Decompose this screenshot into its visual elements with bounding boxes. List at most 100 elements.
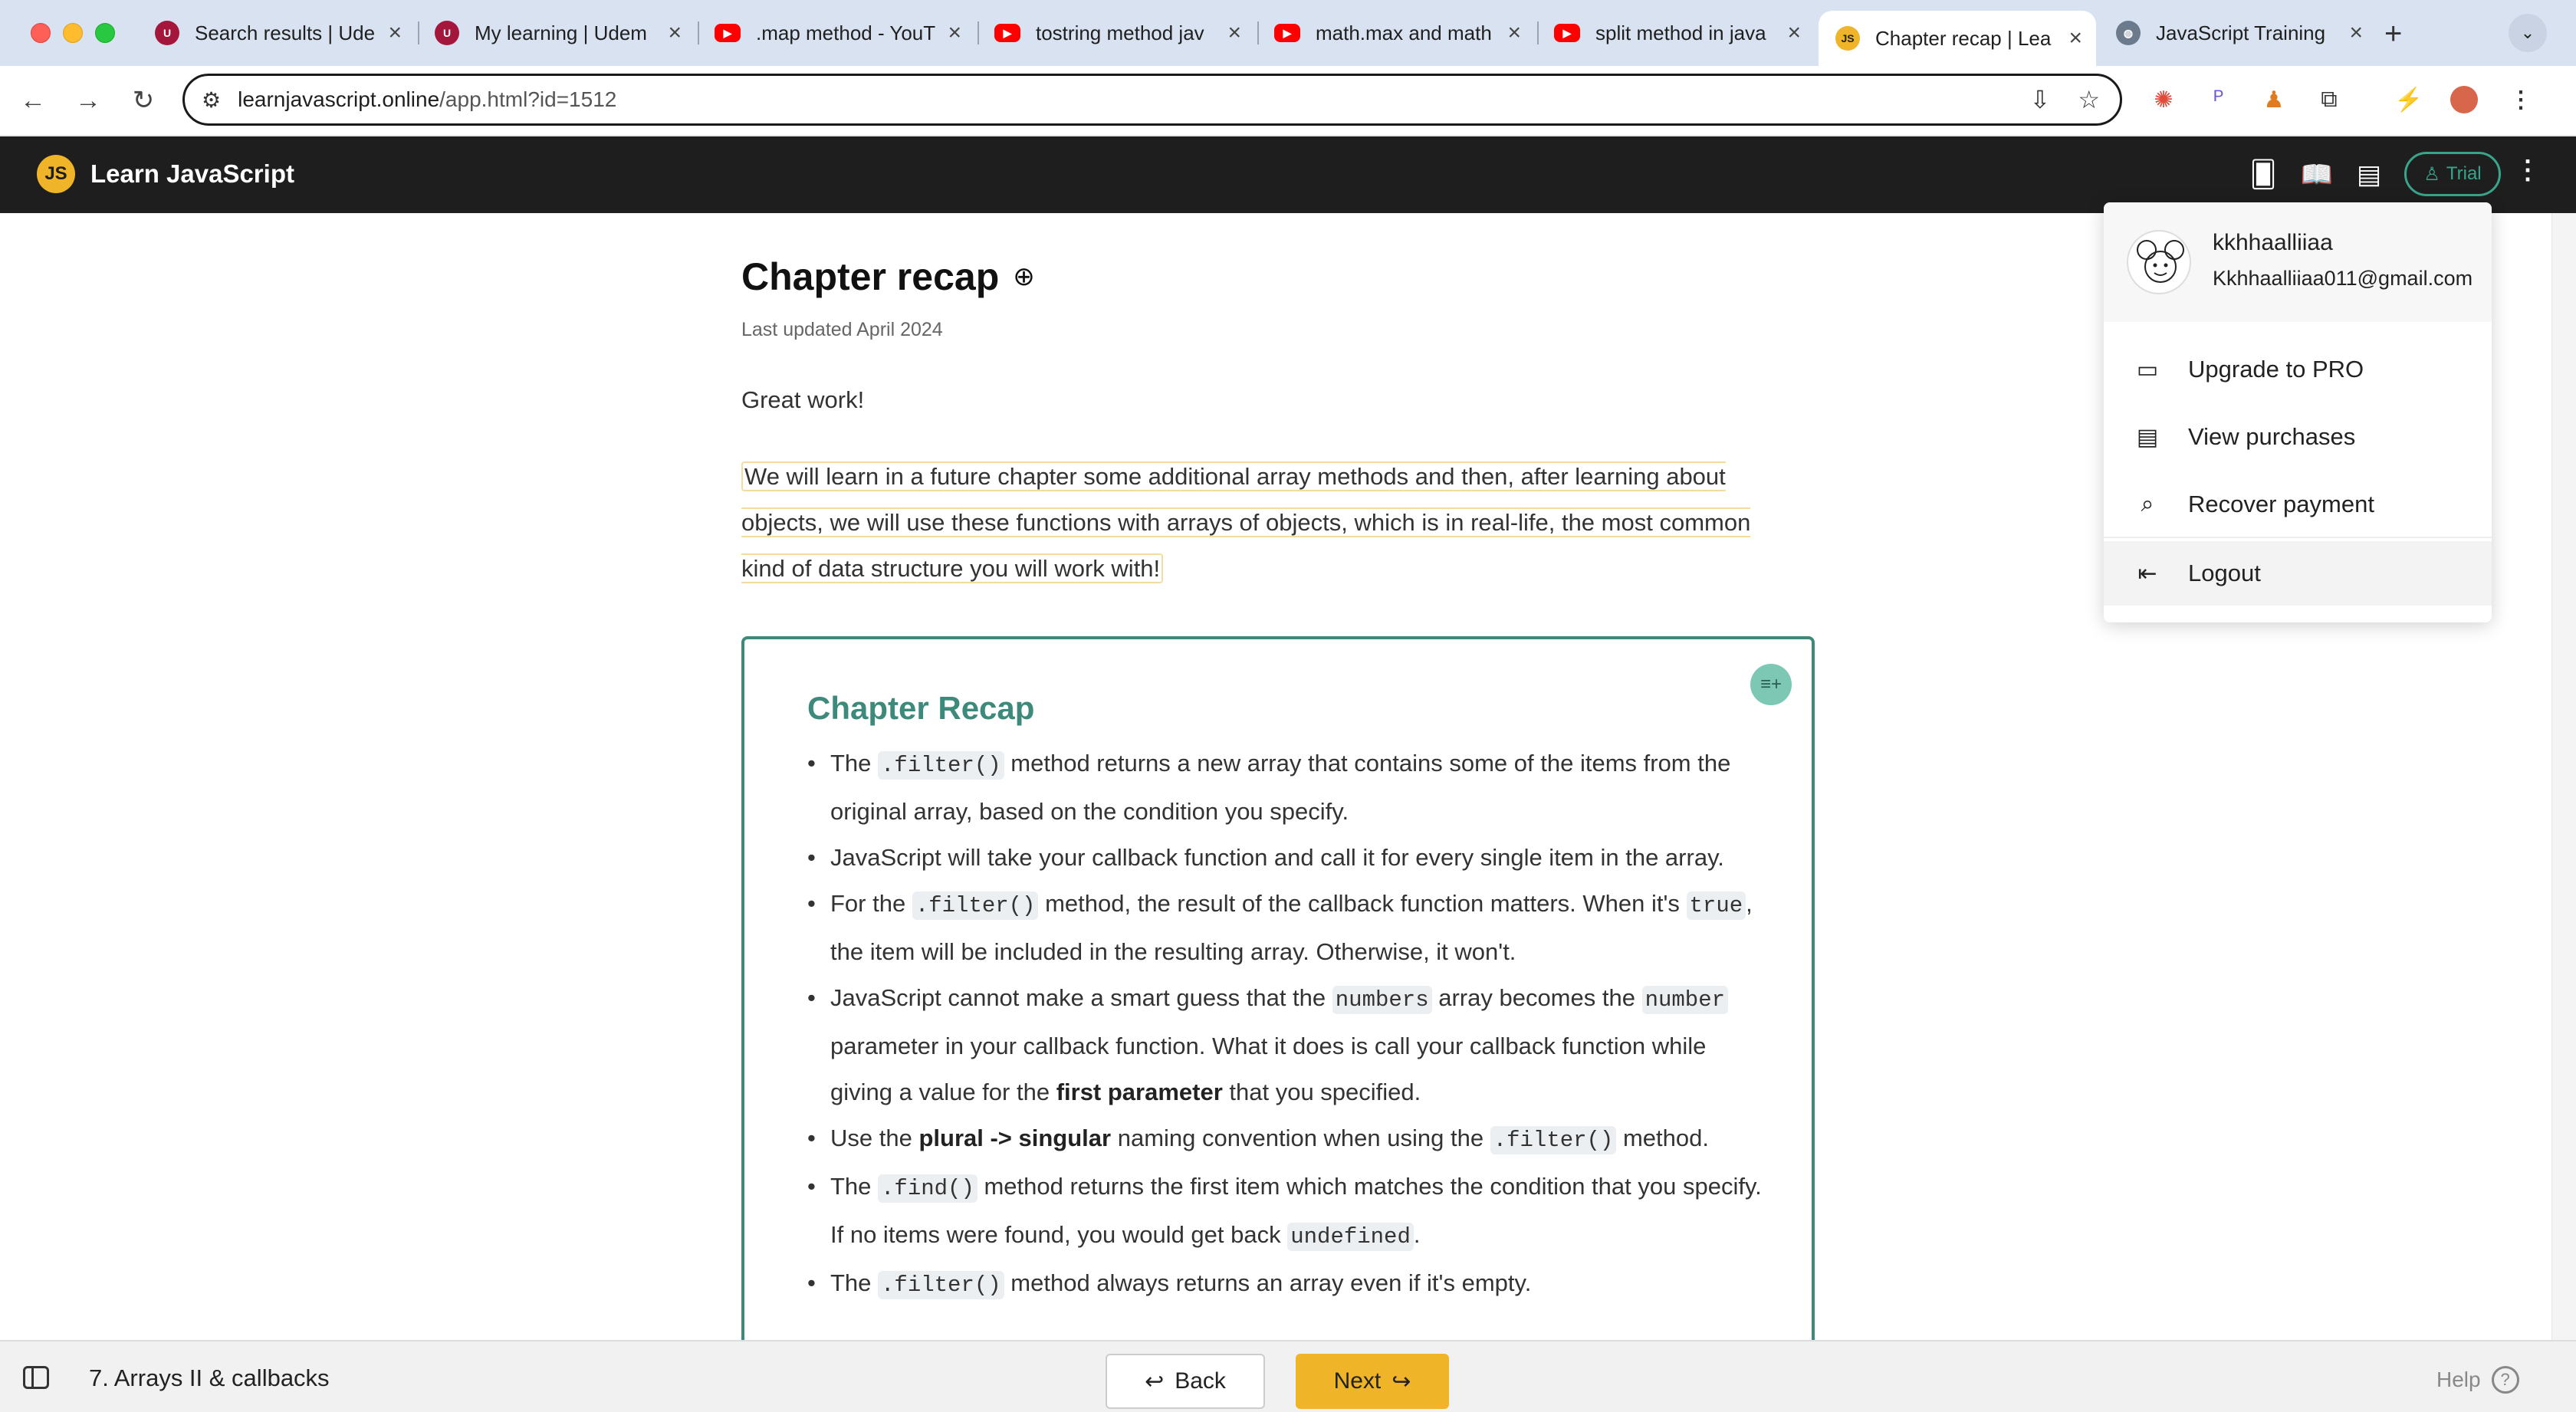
- extension-icon[interactable]: ♟: [2257, 83, 2291, 117]
- next-button[interactable]: Next ↪: [1296, 1354, 1449, 1409]
- bookmark-add-icon[interactable]: ⊕: [1013, 261, 1035, 292]
- account-dropdown: kkhhaalliiaa Kkhhaalliiaa011@gmail.com ▭…: [2104, 202, 2492, 622]
- inline-code: .filter(): [878, 1271, 1004, 1299]
- udemy-icon: U: [435, 21, 459, 45]
- site-info-icon[interactable]: ⚙: [202, 87, 221, 113]
- tab-title: My learning | Udem: [475, 21, 647, 44]
- url-text[interactable]: learnjavascript.online/app.html?id=1512: [238, 87, 616, 112]
- close-tab-icon[interactable]: ×: [1787, 21, 1801, 44]
- help-button[interactable]: Help ?: [2436, 1366, 2519, 1394]
- close-tab-icon[interactable]: ×: [948, 21, 961, 44]
- inline-code: number: [1641, 986, 1728, 1014]
- recap-item: JavaScript cannot make a smart guess tha…: [807, 975, 1773, 1115]
- recap-item: The .filter() method returns a new array…: [807, 740, 1773, 835]
- address-bar[interactable]: ⚙ learnjavascript.online/app.html?id=151…: [182, 74, 2122, 126]
- browser-tab[interactable]: U My learning | Udem ×: [418, 11, 695, 55]
- close-tab-icon[interactable]: ×: [1227, 21, 1241, 44]
- recap-text: naming convention when using the: [1111, 1125, 1490, 1151]
- js-icon: JS: [1835, 26, 1860, 51]
- recap-item: The .filter() method always returns an a…: [807, 1260, 1773, 1309]
- recap-text: that you specified.: [1222, 1079, 1421, 1105]
- extension-icon[interactable]: ✺: [2147, 83, 2180, 117]
- js-logo[interactable]: JS: [37, 155, 75, 193]
- recap-item: JavaScript will take your callback funct…: [807, 835, 1773, 881]
- browser-tab[interactable]: U Search results | Ude ×: [138, 11, 416, 55]
- recap-text: JavaScript will take your callback funct…: [830, 844, 1724, 871]
- tab-title: Chapter recap | Lea: [1875, 26, 2052, 50]
- browser-menu-icon[interactable]: ⋮: [2504, 83, 2538, 117]
- sidebar-toggle-icon[interactable]: [23, 1366, 49, 1389]
- more-menu-icon[interactable]: ⋮: [2515, 155, 2541, 186]
- menu-item-logout[interactable]: ⇤ Logout: [2104, 541, 2492, 606]
- menu-item-label: View purchases: [2188, 423, 2356, 450]
- back-button[interactable]: ↩ Back: [1106, 1354, 1265, 1409]
- browser-tab[interactable]: ▶ math.max and math ×: [1257, 11, 1535, 55]
- intro-text: Great work!: [741, 386, 865, 413]
- page-scrollbar[interactable]: [2551, 213, 2576, 1340]
- new-tab-button[interactable]: +: [2384, 17, 2402, 51]
- recap-text: For the: [830, 890, 912, 917]
- browser-tab[interactable]: ▶ split method in java ×: [1537, 11, 1815, 55]
- performance-icon[interactable]: ⚡: [2392, 83, 2426, 117]
- last-updated: Last updated April 2024: [741, 319, 943, 340]
- app-brand[interactable]: Learn JavaScript: [90, 159, 294, 189]
- maximize-window-button[interactable]: [95, 23, 115, 43]
- browser-tab[interactable]: ▶ .map method - YouT ×: [698, 11, 975, 55]
- browser-tab[interactable]: ◍ JavaScript Training ×: [2099, 11, 2377, 55]
- notes-icon[interactable]: ▤: [2351, 156, 2387, 193]
- bookmark-star-icon[interactable]: ☆: [2078, 85, 2100, 114]
- tab-title: math.max and math: [1316, 21, 1492, 44]
- close-tab-icon[interactable]: ×: [2349, 21, 2363, 44]
- inline-code: numbers: [1332, 986, 1432, 1014]
- menu-item-upgrade[interactable]: ▭ Upgrade to PRO: [2104, 337, 2492, 402]
- user-icon: ♙: [2423, 163, 2440, 185]
- recap-text: The: [830, 1173, 879, 1200]
- close-tab-icon[interactable]: ×: [668, 21, 682, 44]
- inline-code: .filter(): [1490, 1126, 1617, 1154]
- tab-search-button[interactable]: ⌄: [2509, 14, 2547, 52]
- profile-avatar-icon[interactable]: [2447, 83, 2481, 117]
- recap-item: The .find() method returns the first ite…: [807, 1164, 1773, 1260]
- browser-tab[interactable]: ▶ tostring method jav ×: [978, 11, 1255, 55]
- logout-icon: ⇤: [2137, 560, 2157, 586]
- browser-tab-active[interactable]: JS Chapter recap | Lea ×: [1819, 11, 2096, 66]
- recap-text: method always returns an array even if i…: [1004, 1269, 1532, 1296]
- minimize-window-button[interactable]: [63, 23, 83, 43]
- question-icon: ?: [2491, 1366, 2519, 1394]
- add-note-icon[interactable]: ≡+: [1750, 664, 1792, 705]
- chapter-name[interactable]: 7. Arrays II & callbacks: [89, 1364, 330, 1392]
- menu-item-purchases[interactable]: ▤ View purchases: [2104, 405, 2492, 469]
- globe-icon: ◍: [2116, 21, 2141, 45]
- tab-title: split method in java: [1595, 21, 1766, 44]
- install-app-icon[interactable]: ⇩: [2030, 85, 2051, 114]
- receipt-icon: ▤: [2136, 424, 2159, 450]
- close-tab-icon[interactable]: ×: [1507, 21, 1521, 44]
- forward-arrow-icon[interactable]: →: [69, 81, 107, 120]
- recap-list: The .filter() method returns a new array…: [807, 740, 1773, 1309]
- inline-code: .filter(): [878, 751, 1004, 780]
- recap-text: The: [830, 750, 879, 777]
- browser-tab-strip: U Search results | Ude × U My learning |…: [0, 0, 2576, 66]
- recap-text: method, the result of the callback funct…: [1038, 890, 1687, 917]
- receipt-search-icon: ⌕: [2141, 491, 2154, 517]
- recap-text: Use the: [830, 1125, 919, 1151]
- back-arrow-icon[interactable]: ←: [14, 81, 52, 120]
- close-window-button[interactable]: [31, 23, 51, 43]
- reload-icon[interactable]: ↻: [124, 81, 163, 120]
- inline-code: .filter(): [912, 892, 1039, 920]
- menu-item-recover-payment[interactable]: ⌕ Recover payment: [2104, 472, 2492, 537]
- close-tab-icon[interactable]: ×: [2068, 27, 2082, 50]
- extension-icon[interactable]: ᴾ: [2202, 83, 2236, 117]
- back-arrow-icon: ↩: [1145, 1368, 1165, 1394]
- forward-arrow-icon: ↪: [1392, 1368, 1411, 1394]
- trial-button[interactable]: ♙ Trial: [2404, 152, 2501, 196]
- book-open-icon[interactable]: 📖: [2298, 156, 2335, 193]
- recap-text: .: [1413, 1221, 1421, 1248]
- menu-item-label: Recover payment: [2188, 491, 2374, 517]
- youtube-icon: ▶: [994, 24, 1020, 42]
- tab-title: tostring method jav: [1036, 21, 1204, 44]
- page-title-text: Chapter recap: [741, 255, 1000, 298]
- flashcards-icon[interactable]: 🂠: [2245, 156, 2282, 193]
- puzzle-icon[interactable]: ⧉: [2312, 83, 2346, 117]
- close-tab-icon[interactable]: ×: [388, 21, 402, 44]
